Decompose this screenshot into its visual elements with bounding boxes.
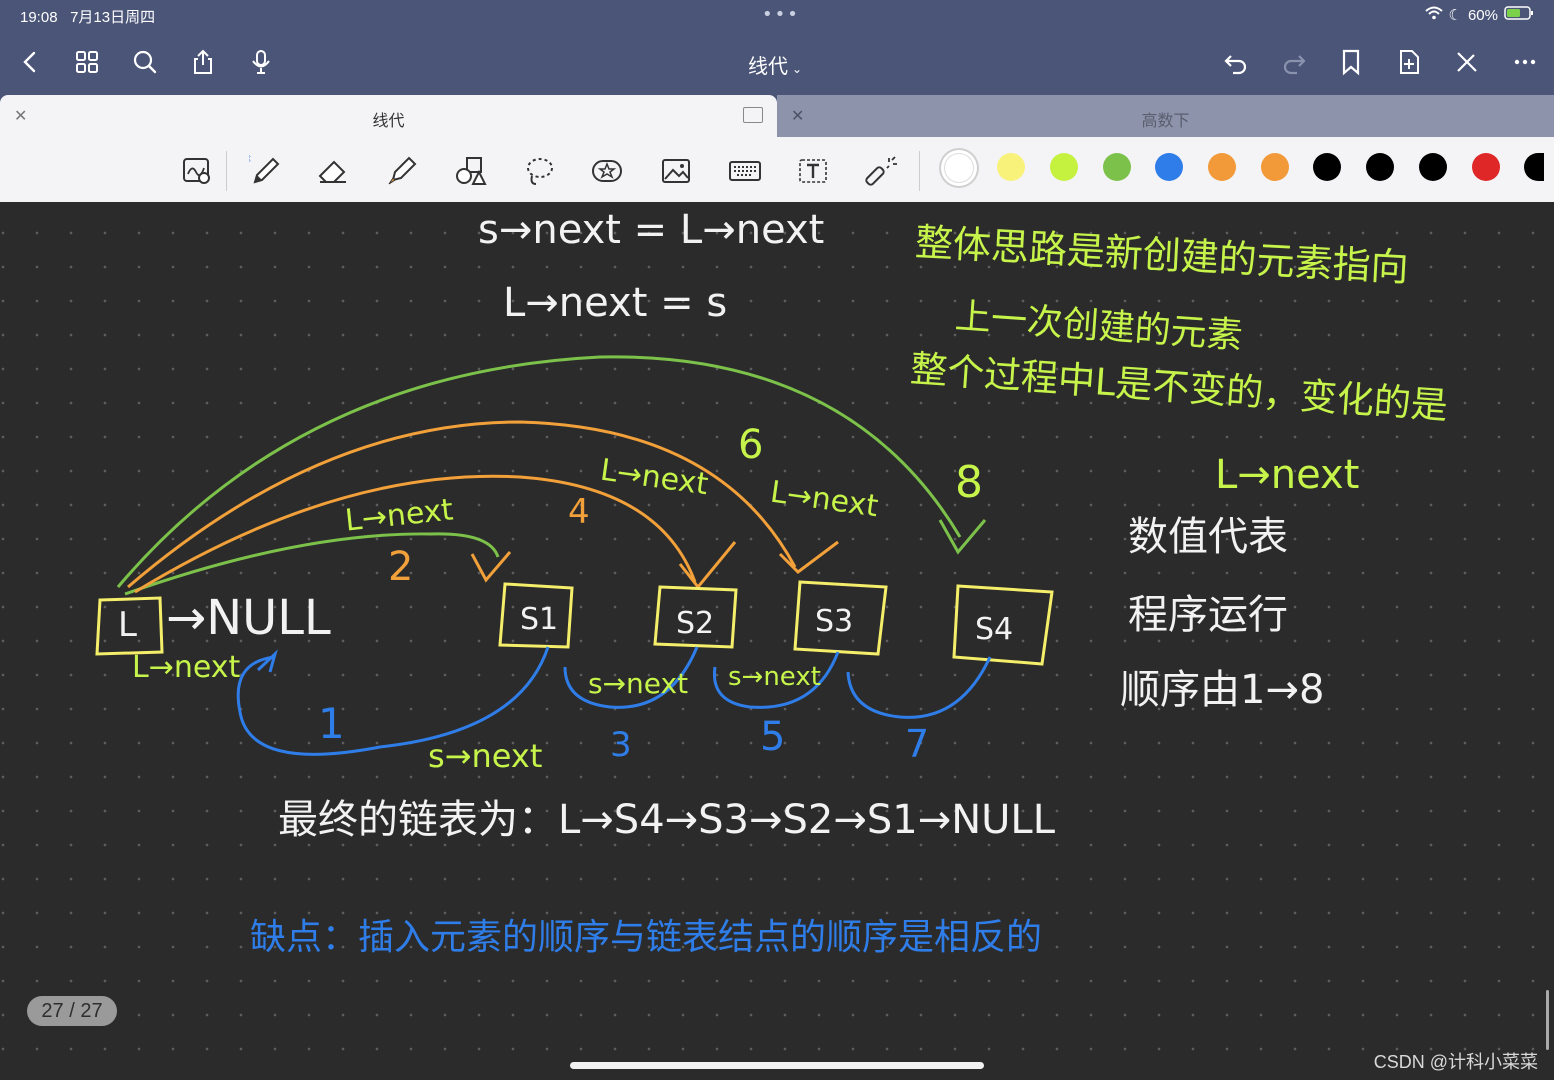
step-number-2: 2 xyxy=(388,544,414,590)
sidenote-line-2: 程序运行 xyxy=(1128,592,1288,638)
multitask-dots-icon[interactable]: ••• xyxy=(762,4,800,25)
tab-bar: ✕ 线代 ✕ 高数下 xyxy=(0,95,1554,137)
step-number-8: 8 xyxy=(955,457,983,508)
green-arc-outer xyxy=(116,355,962,588)
tab-label: 线代 xyxy=(372,113,405,130)
keyboard-icon[interactable] xyxy=(725,151,765,191)
lasso-icon[interactable] xyxy=(519,151,559,191)
note-canvas[interactable]: s→next = L→next L→next = s 整体思路是新创建的元素指向… xyxy=(0,202,1554,1080)
color-swatch-black-2[interactable] xyxy=(1366,153,1394,181)
shapes-icon[interactable] xyxy=(450,151,490,191)
eraser-icon[interactable] xyxy=(313,151,353,191)
chevron-down-icon: ⌄ xyxy=(791,62,803,76)
laser-icon[interactable] xyxy=(862,151,902,191)
share-icon[interactable] xyxy=(185,44,221,80)
watermark: CSDN @计科小菜菜 xyxy=(1373,1052,1538,1072)
status-time-date: 19:08 7月13日周四 xyxy=(20,6,155,27)
color-swatch-black-4[interactable] xyxy=(1524,153,1544,181)
color-swatch-orange[interactable] xyxy=(1208,153,1236,181)
equation-s-next: s→next = L→next xyxy=(478,207,825,253)
document-title[interactable]: 线代 ⌄ xyxy=(700,50,850,79)
zoom-icon[interactable] xyxy=(177,151,217,191)
pen-off-icon[interactable] xyxy=(1449,44,1485,80)
step-number-4: 4 xyxy=(568,492,590,532)
status-time: 19:08 xyxy=(20,9,58,26)
tab-gaoshuxia[interactable]: ✕ 高数下 xyxy=(777,95,1554,137)
undo-icon[interactable] xyxy=(1218,44,1254,80)
null-text: →NULL xyxy=(166,590,331,646)
divider xyxy=(919,151,920,191)
color-swatch-lime[interactable] xyxy=(1050,153,1078,181)
back-icon[interactable] xyxy=(12,44,48,80)
color-swatch-black[interactable] xyxy=(1313,153,1341,181)
sidenote-line-3: 顺序由1→8 xyxy=(1120,667,1325,713)
step-number-3: 3 xyxy=(610,725,632,765)
highlighter-icon[interactable] xyxy=(382,151,422,191)
blue-arc-7 xyxy=(846,656,992,719)
page-indicator[interactable]: 27 / 27 xyxy=(27,996,117,1026)
green-arrowhead-8 xyxy=(938,519,987,555)
final-linked-list: 最终的链表为：L→S4→S3→S2→S1→NULL xyxy=(278,797,1055,843)
node-L: L xyxy=(118,605,137,645)
text-icon[interactable] xyxy=(793,151,833,191)
label-s-next-5: s→next xyxy=(728,662,821,692)
node-S3: S3 xyxy=(815,604,854,639)
top-bar: 19:08 7月13日周四 ••• ☾ 60% 线代 ⌄ xyxy=(0,0,1554,95)
node-S1: S1 xyxy=(520,602,559,637)
color-swatch-white[interactable] xyxy=(944,153,974,183)
home-indicator[interactable] xyxy=(570,1062,984,1069)
drawback-note: 缺点：插入元素的顺序与链表结点的顺序是相反的 xyxy=(250,917,1043,958)
node-S2: S2 xyxy=(676,606,715,641)
scrollbar[interactable] xyxy=(1546,990,1549,1050)
step-number-7: 7 xyxy=(905,722,930,766)
node-S4: S4 xyxy=(975,612,1014,647)
equation-L-next: L→next = s xyxy=(503,280,728,326)
status-right: ☾ 60% xyxy=(1424,6,1534,24)
orange-arrowhead-2 xyxy=(470,551,512,583)
status-date: 7月13日周四 xyxy=(70,9,156,26)
label-s-next-1: s→next xyxy=(428,737,543,775)
divider xyxy=(226,151,227,191)
tab-label: 高数下 xyxy=(1141,113,1190,130)
bookmark-icon[interactable] xyxy=(1333,44,1369,80)
color-swatch-orange-2[interactable] xyxy=(1261,153,1289,181)
label-L-next-bottom: L→next xyxy=(132,650,241,685)
step-number-6: 6 xyxy=(738,422,764,468)
battery-icon xyxy=(1504,6,1534,24)
grid-icon[interactable] xyxy=(69,44,105,80)
color-swatch-light-yellow[interactable] xyxy=(997,153,1025,181)
color-swatch-black-3[interactable] xyxy=(1419,153,1447,181)
image-icon[interactable] xyxy=(656,151,696,191)
search-icon[interactable] xyxy=(127,44,163,80)
more-icon[interactable] xyxy=(1507,44,1543,80)
moon-icon: ☾ xyxy=(1448,7,1462,24)
explanation-line-4: L→next xyxy=(1215,452,1360,498)
blue-arrowhead-1 xyxy=(256,649,278,673)
color-swatch-blue[interactable] xyxy=(1155,153,1183,181)
split-view-icon[interactable] xyxy=(743,107,763,123)
step-number-1: 1 xyxy=(318,699,345,748)
wifi-icon xyxy=(1424,6,1443,24)
color-swatch-red[interactable] xyxy=(1472,153,1500,181)
sidenote-line-1: 数值代表 xyxy=(1128,514,1288,560)
sticker-icon[interactable] xyxy=(587,151,627,191)
svg-text:ᛒ: ᛒ xyxy=(249,154,252,165)
redo-icon[interactable] xyxy=(1276,44,1312,80)
battery-percent: 60% xyxy=(1467,6,1498,24)
document-title-text: 线代 xyxy=(747,56,788,78)
tab-xiandai[interactable]: ✕ 线代 xyxy=(0,95,777,137)
pen-icon[interactable]: ᛒ xyxy=(246,151,286,191)
step-number-5: 5 xyxy=(760,714,786,760)
label-s-next-3: s→next xyxy=(588,667,689,700)
microphone-icon[interactable] xyxy=(243,44,279,80)
color-swatch-green[interactable] xyxy=(1103,153,1131,181)
add-page-icon[interactable] xyxy=(1391,44,1427,80)
